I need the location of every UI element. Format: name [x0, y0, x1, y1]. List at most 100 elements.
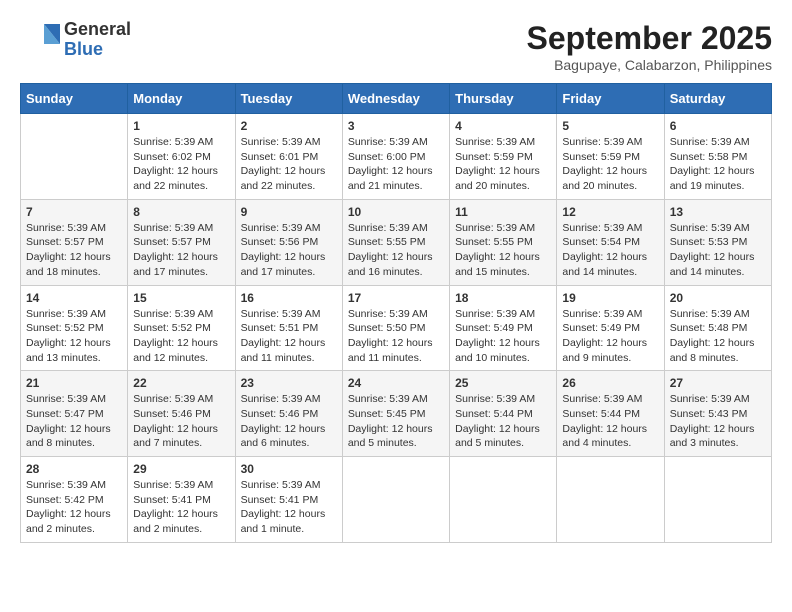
column-header-saturday: Saturday: [664, 84, 771, 114]
day-details: Sunrise: 5:39 AM Sunset: 5:59 PM Dayligh…: [455, 135, 551, 194]
day-details: Sunrise: 5:39 AM Sunset: 5:52 PM Dayligh…: [133, 307, 229, 366]
day-number: 22: [133, 376, 229, 390]
day-details: Sunrise: 5:39 AM Sunset: 5:50 PM Dayligh…: [348, 307, 444, 366]
calendar-cell: 29 Sunrise: 5:39 AM Sunset: 5:41 PM Dayli…: [128, 457, 235, 543]
calendar-week-5: 28Sunrise: 5:39 AM Sunset: 5:42 PM Dayli…: [21, 457, 772, 543]
calendar-table: SundayMondayTuesdayWednesdayThursdayFrid…: [20, 83, 772, 543]
day-number: 16: [241, 291, 337, 305]
calendar-cell: 15Sunrise: 5:39 AM Sunset: 5:52 PM Dayli…: [128, 285, 235, 371]
day-details: Sunrise: 5:39 AM Sunset: 5:52 PM Dayligh…: [26, 307, 122, 366]
page-header: General Blue September 2025 Bagupaye, Ca…: [20, 20, 772, 73]
day-number: 18: [455, 291, 551, 305]
day-details: Sunrise: 5:39 AM Sunset: 5:44 PM Dayligh…: [455, 392, 551, 451]
column-header-monday: Monday: [128, 84, 235, 114]
calendar-cell: 7Sunrise: 5:39 AM Sunset: 5:57 PM Daylig…: [21, 199, 128, 285]
column-header-thursday: Thursday: [450, 84, 557, 114]
calendar-cell: 6 Sunrise: 5:39 AM Sunset: 5:58 PM Daylig…: [664, 114, 771, 200]
day-number: 1: [133, 119, 229, 133]
title-block: September 2025 Bagupaye, Calabarzon, Phi…: [527, 20, 772, 73]
calendar-cell: 22Sunrise: 5:39 AM Sunset: 5:46 PM Dayli…: [128, 371, 235, 457]
day-details: Sunrise: 5:39 AM Sunset: 5:54 PM Dayligh…: [562, 221, 658, 280]
day-details: Sunrise: 5:39 AM Sunset: 5:46 PM Dayligh…: [241, 392, 337, 451]
logo-blue: Blue: [64, 40, 131, 60]
day-details: Sunrise: 5:39 AM Sunset: 5:59 PM Dayligh…: [562, 135, 658, 194]
column-header-tuesday: Tuesday: [235, 84, 342, 114]
day-number: 6: [670, 119, 766, 133]
calendar-week-3: 14 Sunrise: 5:39 AM Sunset: 5:52 PM Dayli…: [21, 285, 772, 371]
calendar-cell: 3Sunrise: 5:39 AM Sunset: 6:00 PM Daylig…: [342, 114, 449, 200]
calendar-cell: 16 Sunrise: 5:39 AM Sunset: 5:51 PM Dayli…: [235, 285, 342, 371]
calendar-cell: 1Sunrise: 5:39 AM Sunset: 6:02 PM Daylig…: [128, 114, 235, 200]
day-details: Sunrise: 5:39 AM Sunset: 6:01 PM Dayligh…: [241, 135, 337, 194]
day-number: 27: [670, 376, 766, 390]
day-number: 4: [455, 119, 551, 133]
day-details: Sunrise: 5:39 AM Sunset: 5:41 PM Dayligh…: [133, 478, 229, 537]
day-details: Sunrise: 5:39 AM Sunset: 5:55 PM Dayligh…: [455, 221, 551, 280]
calendar-cell: 19 Sunrise: 5:39 AM Sunset: 5:49 PM Dayli…: [557, 285, 664, 371]
day-details: Sunrise: 5:39 AM Sunset: 5:47 PM Dayligh…: [26, 392, 122, 451]
calendar-cell: 17Sunrise: 5:39 AM Sunset: 5:50 PM Dayli…: [342, 285, 449, 371]
day-details: Sunrise: 5:39 AM Sunset: 5:51 PM Dayligh…: [241, 307, 337, 366]
day-number: 28: [26, 462, 122, 476]
day-details: Sunrise: 5:39 AM Sunset: 5:49 PM Dayligh…: [562, 307, 658, 366]
calendar-cell: 21Sunrise: 5:39 AM Sunset: 5:47 PM Dayli…: [21, 371, 128, 457]
day-number: 5: [562, 119, 658, 133]
calendar-cell: 30 Sunrise: 5:39 AM Sunset: 5:41 PM Dayli…: [235, 457, 342, 543]
day-number: 25: [455, 376, 551, 390]
column-header-wednesday: Wednesday: [342, 84, 449, 114]
day-details: Sunrise: 5:39 AM Sunset: 5:43 PM Dayligh…: [670, 392, 766, 451]
calendar-week-1: 1Sunrise: 5:39 AM Sunset: 6:02 PM Daylig…: [21, 114, 772, 200]
calendar-cell: 20Sunrise: 5:39 AM Sunset: 5:48 PM Dayli…: [664, 285, 771, 371]
day-number: 13: [670, 205, 766, 219]
column-header-friday: Friday: [557, 84, 664, 114]
day-details: Sunrise: 5:39 AM Sunset: 5:41 PM Dayligh…: [241, 478, 337, 537]
day-number: 12: [562, 205, 658, 219]
calendar-week-2: 7Sunrise: 5:39 AM Sunset: 5:57 PM Daylig…: [21, 199, 772, 285]
day-details: Sunrise: 5:39 AM Sunset: 5:57 PM Dayligh…: [133, 221, 229, 280]
calendar-cell: [21, 114, 128, 200]
calendar-cell: 26Sunrise: 5:39 AM Sunset: 5:44 PM Dayli…: [557, 371, 664, 457]
column-header-sunday: Sunday: [21, 84, 128, 114]
logo-general: General: [64, 20, 131, 40]
calendar-cell: 27 Sunrise: 5:39 AM Sunset: 5:43 PM Dayli…: [664, 371, 771, 457]
day-number: 20: [670, 291, 766, 305]
calendar-cell: 23Sunrise: 5:39 AM Sunset: 5:46 PM Dayli…: [235, 371, 342, 457]
day-number: 8: [133, 205, 229, 219]
calendar-cell: 28Sunrise: 5:39 AM Sunset: 5:42 PM Dayli…: [21, 457, 128, 543]
calendar-week-4: 21Sunrise: 5:39 AM Sunset: 5:47 PM Dayli…: [21, 371, 772, 457]
logo: General Blue: [20, 20, 131, 60]
calendar-cell: 2 Sunrise: 5:39 AM Sunset: 6:01 PM Daylig…: [235, 114, 342, 200]
day-details: Sunrise: 5:39 AM Sunset: 5:56 PM Dayligh…: [241, 221, 337, 280]
day-details: Sunrise: 5:39 AM Sunset: 5:45 PM Dayligh…: [348, 392, 444, 451]
calendar-cell: 10Sunrise: 5:39 AM Sunset: 5:55 PM Dayli…: [342, 199, 449, 285]
day-number: 29: [133, 462, 229, 476]
page-subtitle: Bagupaye, Calabarzon, Philippines: [527, 57, 772, 73]
calendar-cell: [557, 457, 664, 543]
calendar-cell: 5 Sunrise: 5:39 AM Sunset: 5:59 PM Daylig…: [557, 114, 664, 200]
calendar-cell: 24 Sunrise: 5:39 AM Sunset: 5:45 PM Dayli…: [342, 371, 449, 457]
day-number: 30: [241, 462, 337, 476]
page-title: September 2025: [527, 20, 772, 57]
logo-text: General Blue: [64, 20, 131, 60]
calendar-cell: [342, 457, 449, 543]
calendar-cell: 8 Sunrise: 5:39 AM Sunset: 5:57 PM Daylig…: [128, 199, 235, 285]
day-details: Sunrise: 5:39 AM Sunset: 5:44 PM Dayligh…: [562, 392, 658, 451]
day-number: 2: [241, 119, 337, 133]
calendar-cell: 25 Sunrise: 5:39 AM Sunset: 5:44 PM Dayli…: [450, 371, 557, 457]
day-details: Sunrise: 5:39 AM Sunset: 6:00 PM Dayligh…: [348, 135, 444, 194]
day-number: 11: [455, 205, 551, 219]
day-number: 24: [348, 376, 444, 390]
calendar-cell: [450, 457, 557, 543]
day-details: Sunrise: 5:39 AM Sunset: 5:55 PM Dayligh…: [348, 221, 444, 280]
calendar-cell: 9Sunrise: 5:39 AM Sunset: 5:56 PM Daylig…: [235, 199, 342, 285]
day-details: Sunrise: 5:39 AM Sunset: 5:58 PM Dayligh…: [670, 135, 766, 194]
logo-icon: [20, 20, 60, 60]
calendar-cell: 18 Sunrise: 5:39 AM Sunset: 5:49 PM Dayli…: [450, 285, 557, 371]
calendar-header-row: SundayMondayTuesdayWednesdayThursdayFrid…: [21, 84, 772, 114]
day-number: 14: [26, 291, 122, 305]
day-details: Sunrise: 5:39 AM Sunset: 5:53 PM Dayligh…: [670, 221, 766, 280]
calendar-cell: 4 Sunrise: 5:39 AM Sunset: 5:59 PM Daylig…: [450, 114, 557, 200]
calendar-cell: 12 Sunrise: 5:39 AM Sunset: 5:54 PM Dayli…: [557, 199, 664, 285]
day-details: Sunrise: 5:39 AM Sunset: 5:49 PM Dayligh…: [455, 307, 551, 366]
day-number: 19: [562, 291, 658, 305]
